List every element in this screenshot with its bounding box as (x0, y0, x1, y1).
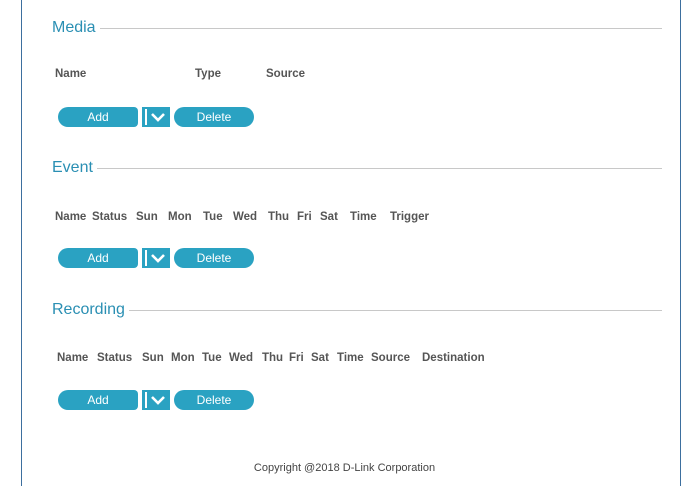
section-divider (128, 309, 662, 311)
media-add-button[interactable]: Add (58, 107, 138, 127)
column-header-tue: Tue (202, 352, 222, 364)
section-title-event: Event (52, 158, 662, 178)
chevron-down-icon (151, 254, 165, 263)
settings-panel (21, 0, 681, 486)
column-header-source: Source (371, 352, 410, 364)
column-header-name: Name (55, 211, 87, 223)
column-header-thu: Thu (262, 352, 284, 364)
event-add-button[interactable]: Add (58, 248, 138, 268)
column-header-name: Name (55, 68, 87, 80)
column-header-source: Source (266, 68, 305, 80)
recording-add-dropdown[interactable] (142, 390, 170, 410)
column-header-time: Time (350, 211, 377, 223)
chevron-down-icon (151, 396, 165, 405)
dropdown-separator (145, 109, 147, 125)
column-header-sat: Sat (320, 211, 338, 223)
section-divider (99, 27, 662, 29)
recording-add-button[interactable]: Add (58, 390, 138, 410)
column-header-status: Status (92, 211, 128, 223)
column-header-sun: Sun (136, 211, 158, 223)
column-header-trigger: Trigger (390, 211, 429, 223)
section-title-recording: Recording (52, 300, 662, 320)
column-header-wed: Wed (229, 352, 254, 364)
column-header-name: Name (57, 352, 89, 364)
dropdown-separator (145, 392, 147, 408)
media-add-dropdown[interactable] (142, 107, 170, 127)
column-header-tue: Tue (203, 211, 223, 223)
column-header-wed: Wed (233, 211, 258, 223)
section-title-media-label: Media (52, 19, 96, 36)
column-header-destination: Destination (422, 352, 485, 364)
dropdown-separator (145, 250, 147, 266)
section-title-media: Media (52, 18, 662, 38)
column-header-time: Time (337, 352, 364, 364)
recording-delete-button[interactable]: Delete (174, 390, 254, 410)
column-header-status: Status (97, 352, 133, 364)
column-header-fri: Fri (289, 352, 304, 364)
section-title-event-label: Event (52, 159, 93, 176)
column-header-fri: Fri (297, 211, 312, 223)
column-header-sun: Sun (142, 352, 164, 364)
event-add-dropdown[interactable] (142, 248, 170, 268)
column-header-sat: Sat (311, 352, 329, 364)
column-header-mon: Mon (168, 211, 192, 223)
section-divider (96, 167, 662, 169)
column-header-type: Type (195, 68, 221, 80)
copyright-footer: Copyright @2018 D-Link Corporation (253, 462, 436, 474)
chevron-down-icon (151, 113, 165, 122)
column-header-mon: Mon (171, 352, 195, 364)
section-title-recording-label: Recording (52, 301, 125, 318)
event-delete-button[interactable]: Delete (174, 248, 254, 268)
column-header-thu: Thu (268, 211, 290, 223)
media-delete-button[interactable]: Delete (174, 107, 254, 127)
